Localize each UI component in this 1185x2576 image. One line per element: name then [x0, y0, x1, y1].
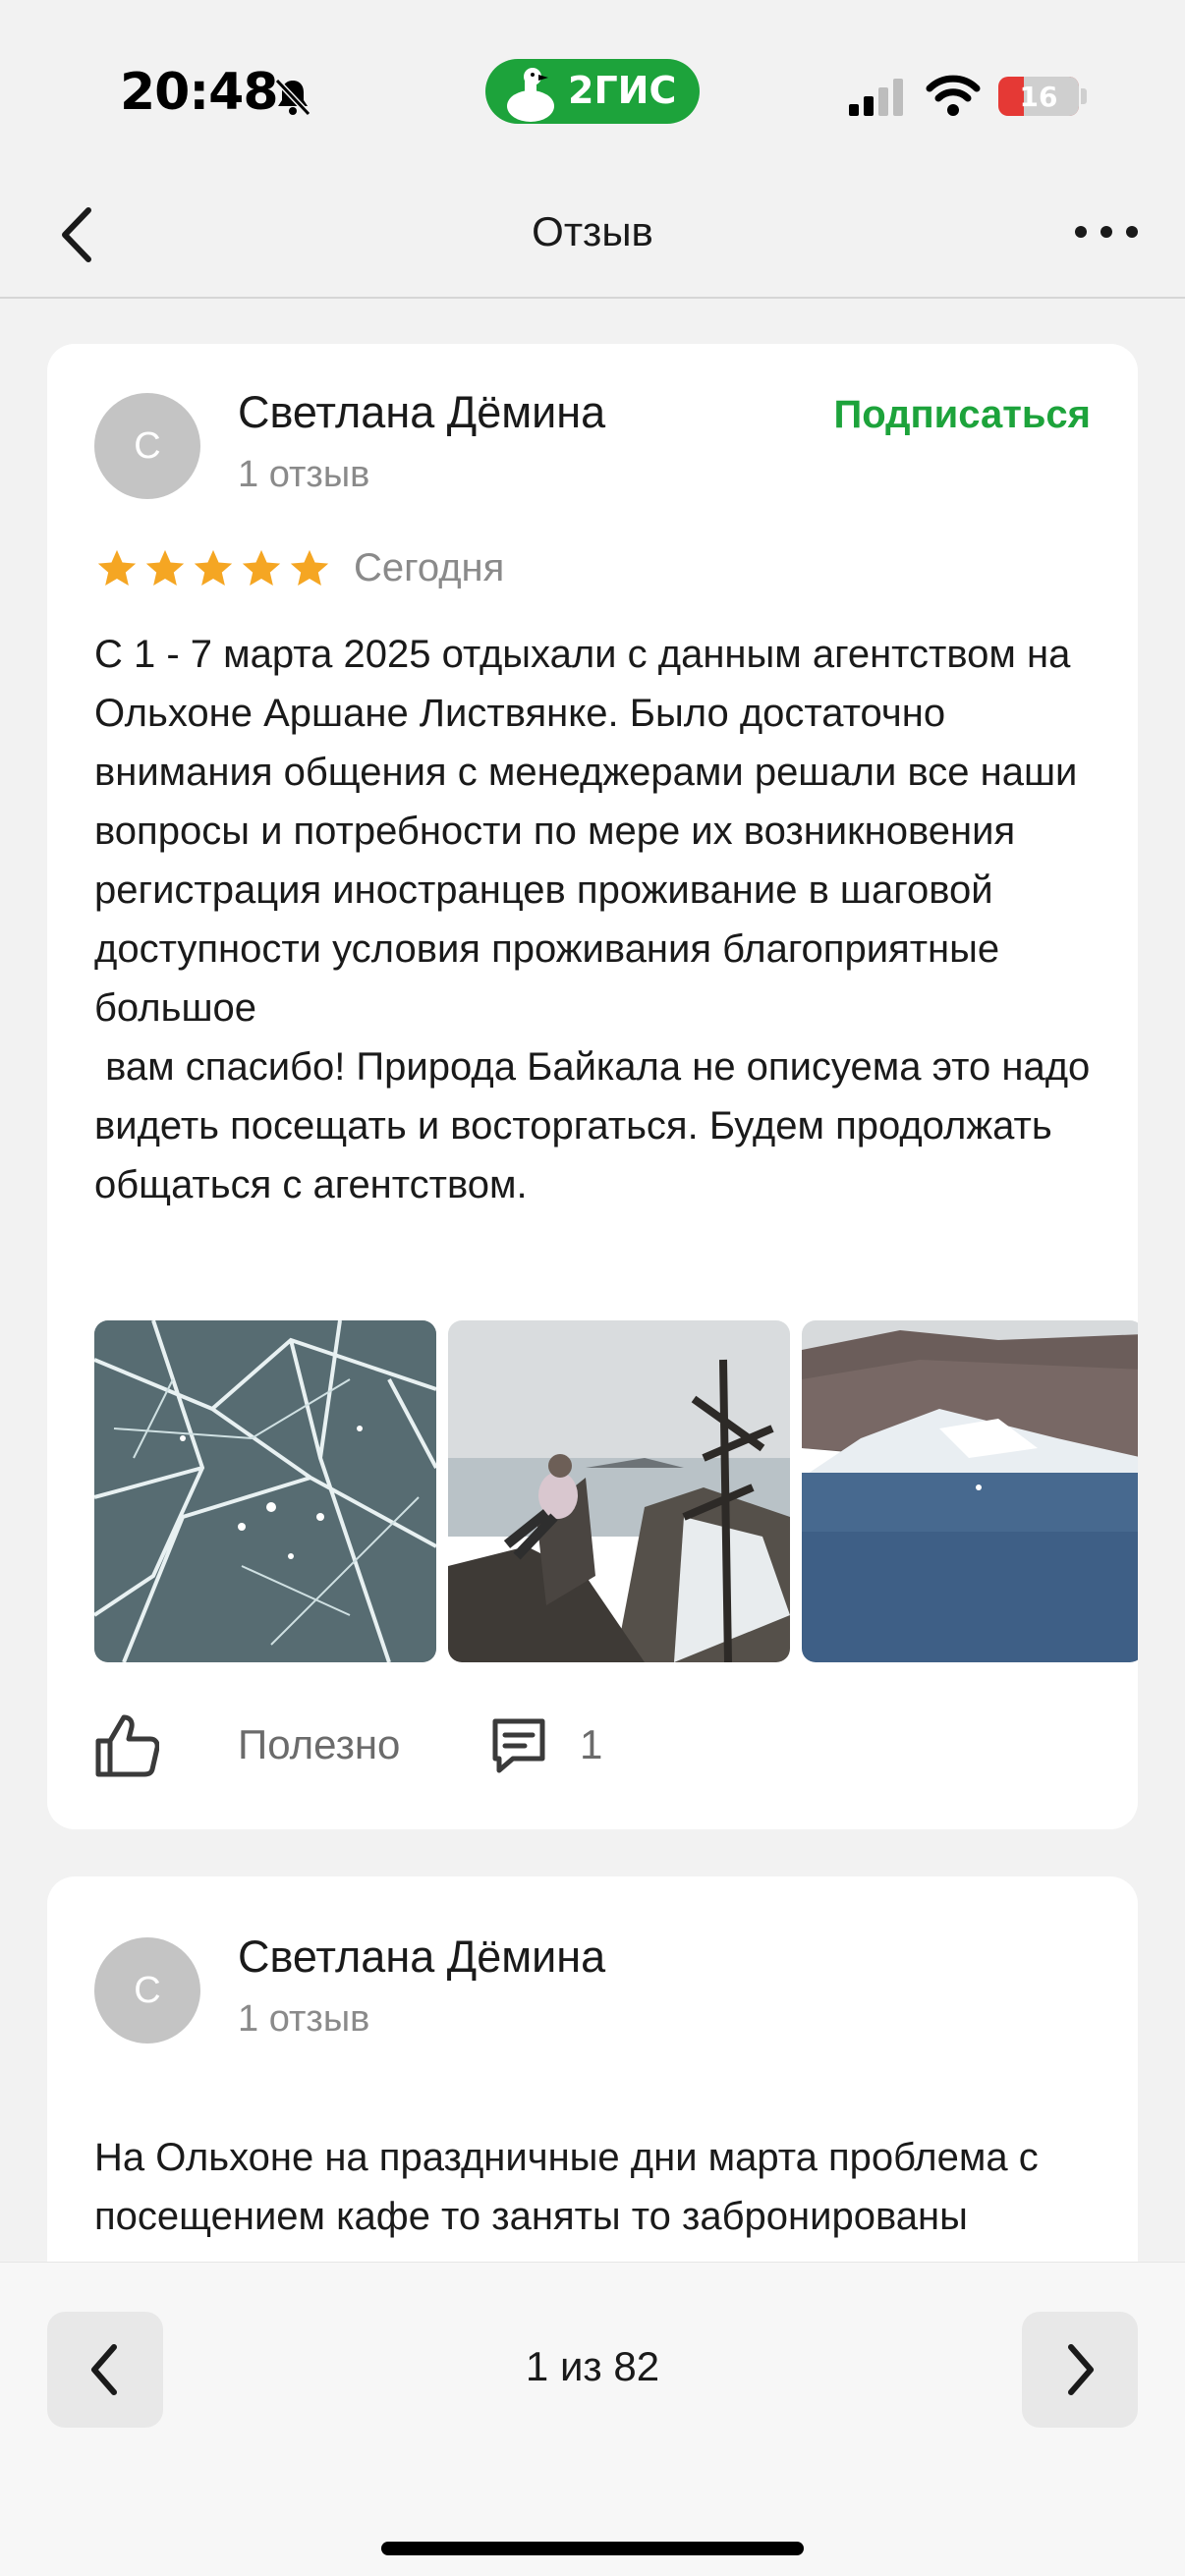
review-author[interactable]: Светлана Дёмина [238, 387, 605, 438]
star-icon [290, 549, 329, 587]
next-review-button[interactable] [1022, 2312, 1138, 2428]
subscribe-button[interactable]: Подписаться [833, 393, 1091, 437]
comments-count[interactable]: 1 [580, 1721, 602, 1768]
star-icon [97, 549, 137, 587]
goose-logo-icon [507, 68, 554, 122]
useful-button[interactable]: Полезно [238, 1721, 400, 1768]
nav-bar: Отзыв [0, 167, 1185, 299]
brand-name: 2ГИС [568, 69, 677, 112]
status-bar: 20:48 2ГИС 16 [0, 0, 1185, 167]
rating-stars [94, 546, 332, 591]
wifi-icon [926, 75, 981, 116]
thumbs-up-icon[interactable] [94, 1711, 159, 1780]
author-review-count: 1 отзыв [238, 454, 370, 495]
brand-logo[interactable]: 2ГИС [485, 59, 700, 124]
pager-position: 1 из 82 [525, 2343, 660, 2389]
review-pager: 1 из 82 [0, 2262, 1185, 2576]
bell-off-icon [274, 78, 311, 117]
avatar[interactable]: С [94, 1937, 200, 2044]
star-icon [194, 549, 233, 587]
battery-level: 16 [1019, 81, 1058, 113]
home-indicator[interactable] [381, 2542, 804, 2555]
status-time: 20:48 [120, 63, 279, 122]
author-review-count: 1 отзыв [238, 1998, 370, 2040]
comment-icon[interactable] [489, 1715, 548, 1776]
review-photo-lake[interactable] [802, 1320, 1138, 1662]
review-date: Сегодня [354, 546, 505, 589]
review-photos[interactable] [94, 1320, 1138, 1662]
battery-indicator: 16 [998, 77, 1079, 116]
cellular-signal-icon [849, 79, 903, 116]
star-icon [242, 549, 281, 587]
review-text: С 1 - 7 марта 2025 отдыхали с данным аге… [94, 633, 1091, 1206]
battery-tip [1081, 88, 1087, 104]
review-photo-person[interactable] [448, 1320, 790, 1662]
avatar[interactable]: С [94, 393, 200, 499]
chevron-right-icon [1068, 2344, 1094, 2395]
page-title: Отзыв [532, 208, 653, 254]
review-photo-ice[interactable] [94, 1320, 436, 1662]
more-options-icon[interactable] [1071, 220, 1142, 244]
star-icon [145, 549, 185, 587]
review-author[interactable]: Светлана Дёмина [238, 1932, 605, 1983]
review-card: С Светлана Дёмина 1 отзыв Подписаться Се… [47, 344, 1138, 1829]
